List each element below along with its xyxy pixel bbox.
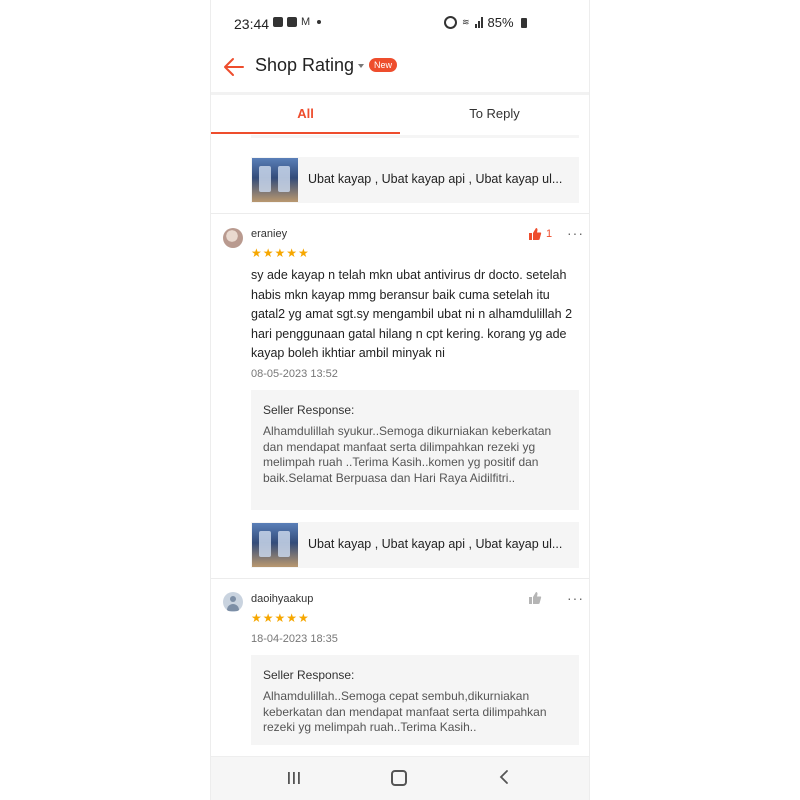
- status-time: 23:44: [234, 16, 270, 32]
- tab-to-reply[interactable]: To Reply: [400, 95, 589, 133]
- seller-response: Seller Response: Alhamdulillah syukur..S…: [251, 390, 579, 510]
- seller-response-text: Alhamdulillah syukur..Semoga dikurniakan…: [263, 424, 552, 485]
- avatar[interactable]: [223, 592, 243, 612]
- divider: [211, 213, 589, 214]
- system-icons: ≋ 85%: [444, 15, 527, 30]
- product-thumbnail: [252, 158, 298, 202]
- thumbs-up-icon[interactable]: [528, 227, 542, 241]
- divider: [211, 578, 589, 579]
- product-name: Ubat kayap , Ubat kayap api , Ubat kayap…: [308, 172, 563, 186]
- wifi-icon: ≋: [462, 17, 470, 27]
- star-rating: ★★★★★: [251, 246, 310, 260]
- home-icon[interactable]: [391, 770, 407, 786]
- rating-tabs: All To Reply: [211, 92, 589, 135]
- battery-level: 85%: [487, 15, 514, 30]
- seller-response-title: Seller Response:: [263, 403, 355, 417]
- chevron-down-icon[interactable]: [358, 64, 364, 68]
- seller-response-text: Alhamdulillah..Semoga cepat sembuh,dikur…: [263, 689, 547, 734]
- thumbs-up-icon[interactable]: [528, 591, 542, 605]
- product-thumbnail: [252, 523, 298, 567]
- tab-all[interactable]: All: [211, 95, 400, 134]
- notification-icons: M: [273, 16, 322, 28]
- product-card[interactable]: Ubat kayap , Ubat kayap api , Ubat kayap…: [251, 522, 579, 568]
- navigation-bar: [211, 756, 589, 800]
- new-badge: New: [369, 58, 398, 72]
- status-bar: 23:44 M ≋ 85%: [211, 0, 589, 46]
- page-title[interactable]: Shop Rating: [255, 55, 354, 76]
- signal-icon: [474, 17, 483, 28]
- review-username: eraniey: [251, 228, 288, 240]
- battery-icon: [520, 17, 527, 28]
- review-text: sy ade kayap n telah mkn ubat antivirus …: [251, 268, 573, 360]
- app-header: Shop Rating New: [211, 46, 589, 90]
- shop-notification-icon: [287, 17, 297, 27]
- product-card[interactable]: Ubat kayap , Ubat kayap api , Ubat kayap…: [251, 157, 579, 203]
- more-dots-icon[interactable]: ···: [567, 591, 584, 605]
- gmail-icon: M: [301, 16, 311, 28]
- star-rating: ★★★★★: [251, 611, 310, 625]
- review-date: 08-05-2023 13:52: [251, 368, 338, 380]
- alarm-icon: [444, 16, 457, 29]
- reviews-list[interactable]: Ubat kayap , Ubat kayap api , Ubat kayap…: [211, 132, 589, 756]
- nav-back-icon[interactable]: [497, 769, 511, 785]
- recent-apps-icon[interactable]: [286, 771, 302, 785]
- phone-screen: 23:44 M ≋ 85% Shop Rating New All To Rep…: [210, 0, 590, 800]
- more-dots-icon[interactable]: ···: [567, 226, 584, 240]
- more-notifications-icon: [317, 20, 322, 24]
- seller-response-title: Seller Response:: [263, 668, 355, 682]
- review-username: daoihyaakup: [251, 593, 314, 605]
- back-arrow-icon[interactable]: [221, 54, 247, 80]
- review-date: 18-04-2023 18:35: [251, 633, 338, 645]
- product-name: Ubat kayap , Ubat kayap api , Ubat kayap…: [308, 537, 563, 551]
- like-count: 1: [546, 228, 553, 240]
- avatar[interactable]: [223, 228, 243, 248]
- shop-notification-icon: [273, 17, 283, 27]
- seller-response: Seller Response: Alhamdulillah..Semoga c…: [251, 655, 579, 745]
